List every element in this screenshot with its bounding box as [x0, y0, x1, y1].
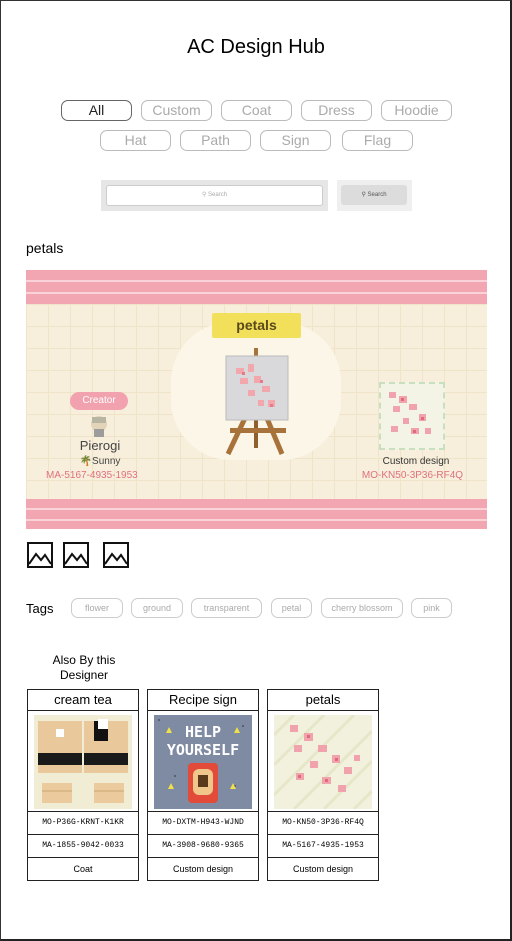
design-thumbnail: [379, 382, 445, 450]
filter-all[interactable]: All: [61, 100, 132, 121]
image-icon[interactable]: [63, 542, 89, 568]
palm-tree-icon: 🌴: [79, 456, 93, 467]
creator-code[interactable]: MA-5167-4935-1953: [46, 470, 181, 481]
tag[interactable]: petal: [271, 598, 312, 618]
filter-dress[interactable]: Dress: [301, 100, 372, 121]
tag[interactable]: flower: [71, 598, 123, 618]
also-by-designer-heading: Also By this Designer: [52, 653, 116, 682]
search-icon: ⚲: [361, 192, 366, 198]
design-code[interactable]: MO-KN50-3P36-RF4Q: [350, 470, 475, 481]
sign-text-line-1: HELP: [185, 723, 221, 741]
page-title: AC Design Hub: [187, 36, 325, 58]
card-type: Custom design: [292, 864, 354, 874]
card-creator-code[interactable]: MA-3908-9680-9365: [148, 835, 258, 858]
search-icon: ⚲: [201, 192, 207, 198]
tag[interactable]: pink: [411, 598, 452, 618]
card-title: cream tea: [28, 690, 138, 711]
island-name: 🌴Sunny: [79, 456, 121, 467]
filter-hat[interactable]: Hat: [100, 130, 171, 151]
search-input[interactable]: ⚲ Search: [106, 185, 323, 206]
design-card[interactable]: Recipe sign HELP YOURSELF MO-DXTM-H943-W…: [147, 689, 259, 881]
design-card[interactable]: petals MO-KN50-3P36-RF4Q MA-5167-4935-19…: [267, 689, 379, 881]
image-icon[interactable]: [27, 542, 53, 568]
tags-label: Tags: [26, 601, 54, 616]
search-bar: ⚲ Search: [101, 180, 328, 211]
banner-top-band: [26, 270, 487, 304]
filter-flag[interactable]: Flag: [342, 130, 413, 151]
card-type: Coat: [73, 864, 93, 874]
card-image: [268, 711, 378, 812]
sign-text-line-2: YOURSELF: [167, 741, 239, 759]
search-button-label: Search: [367, 192, 387, 198]
card-title: petals: [268, 690, 378, 711]
filter-hoodie[interactable]: Hoodie: [381, 100, 452, 121]
card-design-code[interactable]: MO-DXTM-H943-WJND: [148, 812, 258, 835]
creator-tag: Creator: [70, 392, 128, 410]
filter-path[interactable]: Path: [180, 130, 251, 151]
avatar: [91, 416, 107, 437]
design-type-label: Custom design: [382, 456, 450, 467]
filter-custom[interactable]: Custom: [141, 100, 212, 121]
design-banner: petals Creator Pierogi 🌴Sunny MA-5167-49…: [26, 270, 487, 529]
card-title: Recipe sign: [148, 690, 258, 711]
card-image: [28, 711, 138, 812]
design-card[interactable]: cream tea MO-P36G-KRNT-K1KR MA-1855-9042…: [27, 689, 139, 881]
design-name: petals: [26, 240, 64, 256]
search-placeholder: Search: [208, 192, 228, 198]
tag[interactable]: ground: [131, 598, 183, 618]
creator-name: Pierogi: [79, 438, 121, 453]
tag[interactable]: cherry blossom: [321, 598, 403, 618]
tag[interactable]: transparent: [191, 598, 262, 618]
card-creator-code[interactable]: MA-5167-4935-1953: [268, 835, 378, 858]
filter-coat[interactable]: Coat: [221, 100, 292, 121]
card-creator-code[interactable]: MA-1855-9042-0033: [28, 835, 138, 858]
easel-canvas-image: [225, 348, 289, 456]
image-icon[interactable]: [103, 542, 129, 568]
banner-ribbon-title: petals: [212, 313, 301, 338]
card-design-code[interactable]: MO-KN50-3P36-RF4Q: [268, 812, 378, 835]
filter-sign[interactable]: Sign: [260, 130, 331, 151]
search-button-container: ⚲ Search: [337, 180, 412, 211]
card-type: Custom design: [172, 864, 234, 874]
search-button[interactable]: ⚲ Search: [341, 185, 407, 205]
card-design-code[interactable]: MO-P36G-KRNT-K1KR: [28, 812, 138, 835]
banner-bottom-band: [26, 499, 487, 529]
card-image: HELP YOURSELF: [148, 711, 258, 812]
